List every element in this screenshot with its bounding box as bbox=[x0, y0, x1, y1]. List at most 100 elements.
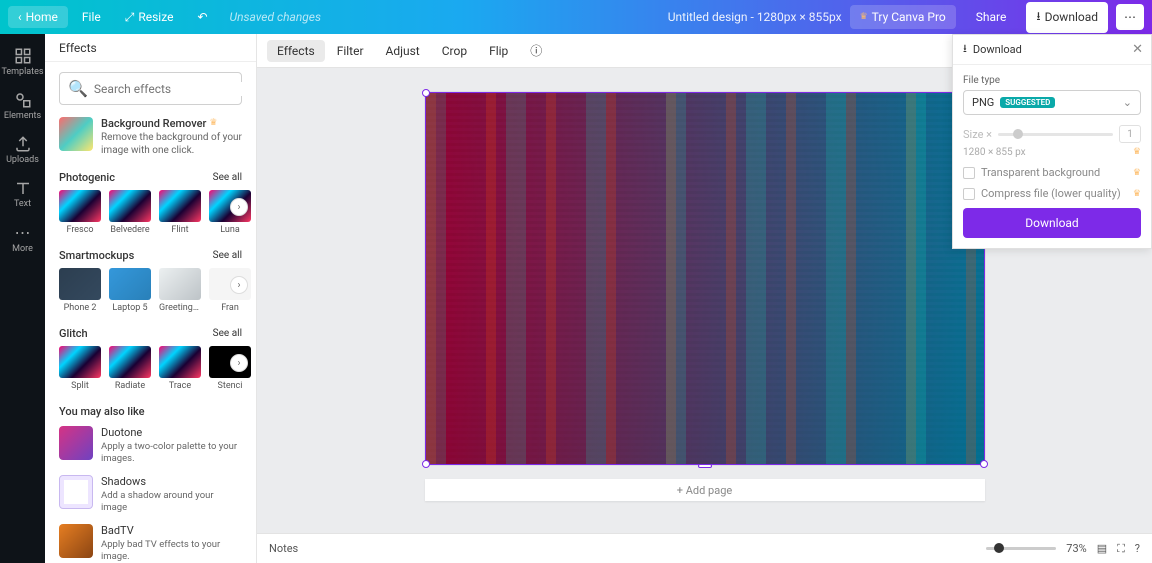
size-slider-thumb[interactable] bbox=[1013, 129, 1023, 139]
download-submit-button[interactable]: Download bbox=[963, 208, 1141, 238]
background-remover-row[interactable]: Background Remover ♛ Remove the backgrou… bbox=[59, 117, 242, 157]
rec-info: BadTV Apply bad TV effects to your image… bbox=[101, 524, 242, 563]
download-popover-header: ⭳ Download ✕ bbox=[953, 35, 1151, 65]
canvas-area: Effects Filter Adjust Crop Flip ⓘ ▷ Anim… bbox=[257, 34, 1152, 563]
rec-duotone[interactable]: Duotone Apply a two-color palette to you… bbox=[59, 426, 242, 465]
undo-icon: ↶ bbox=[197, 10, 207, 24]
more-menu-button[interactable]: ⋯ bbox=[1116, 4, 1144, 30]
rec-shadows[interactable]: Shadows Add a shadow around your image bbox=[59, 475, 242, 514]
download-button-top[interactable]: ⭳ Download bbox=[1026, 2, 1108, 33]
resize-handle-tl[interactable] bbox=[422, 89, 430, 97]
try-pro-label: Try Canva Pro bbox=[872, 10, 946, 24]
resize-handle-bl[interactable] bbox=[422, 460, 430, 468]
document-title[interactable]: Untitled design - 1280px × 855px bbox=[668, 10, 842, 24]
home-button[interactable]: ‹ Home bbox=[8, 6, 68, 28]
crown-icon: ♛ bbox=[1133, 147, 1141, 158]
download-body: File type PNG SUGGESTED ⌄ Size × 1 1280 … bbox=[953, 65, 1151, 248]
effect-thumb[interactable]: Phone 2 bbox=[59, 268, 101, 313]
rail-elements[interactable]: Elements bbox=[0, 86, 45, 126]
zoom-slider[interactable] bbox=[986, 547, 1056, 550]
ctx-crop[interactable]: Crop bbox=[432, 40, 477, 62]
size-label: Size × bbox=[963, 128, 992, 141]
see-all-link[interactable]: See all bbox=[213, 172, 242, 183]
more-icon: ⋯ bbox=[15, 223, 31, 242]
dimensions-text: 1280 × 855 px bbox=[963, 147, 1026, 158]
bg-remover-info: Background Remover ♛ Remove the backgrou… bbox=[101, 117, 242, 157]
smartmockups-row: Phone 2 Laptop 5 Greeting car... Fran › bbox=[59, 268, 242, 313]
effect-thumb[interactable]: Radiate bbox=[109, 346, 151, 391]
side-rail: Templates Elements Uploads Text ⋯ More bbox=[0, 34, 45, 563]
size-value[interactable]: 1 bbox=[1119, 125, 1141, 143]
add-page-button[interactable]: + Add page bbox=[425, 479, 985, 501]
chevron-right-icon: › bbox=[237, 202, 240, 213]
file-type-select[interactable]: PNG SUGGESTED ⌄ bbox=[963, 90, 1141, 115]
notes-button[interactable]: Notes bbox=[269, 542, 986, 555]
info-icon: ⓘ bbox=[530, 44, 542, 58]
topbar-right: Untitled design - 1280px × 855px ♛ Try C… bbox=[668, 2, 1144, 33]
ctx-filter[interactable]: Filter bbox=[327, 40, 374, 62]
fullscreen-icon[interactable]: ⛶ bbox=[1117, 542, 1125, 556]
size-slider[interactable] bbox=[998, 133, 1113, 136]
effect-thumb[interactable]: Greeting car... bbox=[159, 268, 201, 313]
transparent-label: Transparent background bbox=[981, 166, 1100, 179]
effect-thumb[interactable]: Fresco bbox=[59, 190, 101, 235]
checkbox[interactable] bbox=[963, 167, 975, 179]
effect-thumb[interactable]: Laptop 5 bbox=[109, 268, 151, 313]
rail-uploads[interactable]: Uploads bbox=[0, 130, 45, 170]
search-input[interactable] bbox=[94, 82, 250, 96]
resize-handle-br[interactable] bbox=[980, 460, 988, 468]
templates-icon bbox=[14, 47, 32, 65]
rail-more[interactable]: ⋯ More bbox=[0, 218, 45, 258]
transparent-bg-row[interactable]: Transparent background ♛ bbox=[963, 166, 1141, 179]
checkbox[interactable] bbox=[963, 188, 975, 200]
smartmockups-header: Smartmockups See all bbox=[59, 249, 242, 262]
search-icon: 🔍 bbox=[68, 79, 88, 98]
chevron-right-icon: › bbox=[237, 358, 240, 369]
see-all-link[interactable]: See all bbox=[213, 250, 242, 261]
uploads-icon bbox=[14, 135, 32, 153]
effects-panel-body: 🔍 Background Remover ♛ Remove the backgr… bbox=[45, 62, 256, 563]
rec-badtv[interactable]: BadTV Apply bad TV effects to your image… bbox=[59, 524, 242, 563]
zoom-slider-thumb[interactable] bbox=[994, 543, 1004, 553]
try-canva-pro-button[interactable]: ♛ Try Canva Pro bbox=[850, 5, 956, 29]
top-bar: ‹ Home File ⤢ Resize ↶ Unsaved changes U… bbox=[0, 0, 1152, 34]
rail-label: More bbox=[12, 244, 33, 254]
topbar-left: ‹ Home File ⤢ Resize ↶ Unsaved changes bbox=[8, 6, 321, 29]
rail-templates[interactable]: Templates bbox=[0, 42, 45, 82]
rotate-handle[interactable] bbox=[698, 464, 712, 468]
grid-view-icon[interactable]: ▤ bbox=[1097, 542, 1107, 555]
close-icon[interactable]: ✕ bbox=[1132, 42, 1143, 57]
zoom-level[interactable]: 73% bbox=[1066, 542, 1086, 555]
effect-thumb[interactable]: Flint bbox=[159, 190, 201, 235]
file-type-value: PNG bbox=[972, 96, 994, 109]
file-type-label: File type bbox=[963, 75, 1141, 86]
ctx-info[interactable]: ⓘ bbox=[520, 38, 552, 63]
compress-row[interactable]: Compress file (lower quality) ♛ bbox=[963, 187, 1141, 200]
rail-text[interactable]: Text bbox=[0, 174, 45, 214]
bg-remover-thumb bbox=[59, 117, 93, 151]
undo-button[interactable]: ↶ bbox=[187, 6, 217, 28]
file-menu[interactable]: File bbox=[72, 6, 111, 28]
selected-image[interactable] bbox=[425, 92, 985, 465]
download-top-label: Download bbox=[1045, 10, 1098, 24]
cat-title: Smartmockups bbox=[59, 249, 134, 262]
resize-button[interactable]: ⤢ Resize bbox=[115, 6, 184, 29]
effect-thumb[interactable]: Trace bbox=[159, 346, 201, 391]
effects-search[interactable]: 🔍 bbox=[59, 72, 242, 105]
ctx-adjust[interactable]: Adjust bbox=[376, 40, 430, 62]
elements-icon bbox=[14, 91, 32, 109]
rail-label: Uploads bbox=[6, 155, 39, 165]
bg-remover-title: Background Remover bbox=[101, 117, 206, 131]
ctx-flip[interactable]: Flip bbox=[479, 40, 518, 62]
compress-label: Compress file (lower quality) bbox=[981, 187, 1121, 200]
ctx-effects[interactable]: Effects bbox=[267, 40, 325, 62]
help-icon[interactable]: ? bbox=[1135, 542, 1140, 555]
download-title: Download bbox=[973, 43, 1022, 56]
share-button[interactable]: Share bbox=[964, 5, 1019, 29]
page-1[interactable] bbox=[425, 92, 985, 465]
see-all-link[interactable]: See all bbox=[213, 328, 242, 339]
effect-thumb[interactable]: Belvedere bbox=[109, 190, 151, 235]
effect-thumb[interactable]: Split bbox=[59, 346, 101, 391]
rec-thumb bbox=[59, 475, 93, 509]
effects-panel-header: Effects bbox=[45, 34, 256, 62]
